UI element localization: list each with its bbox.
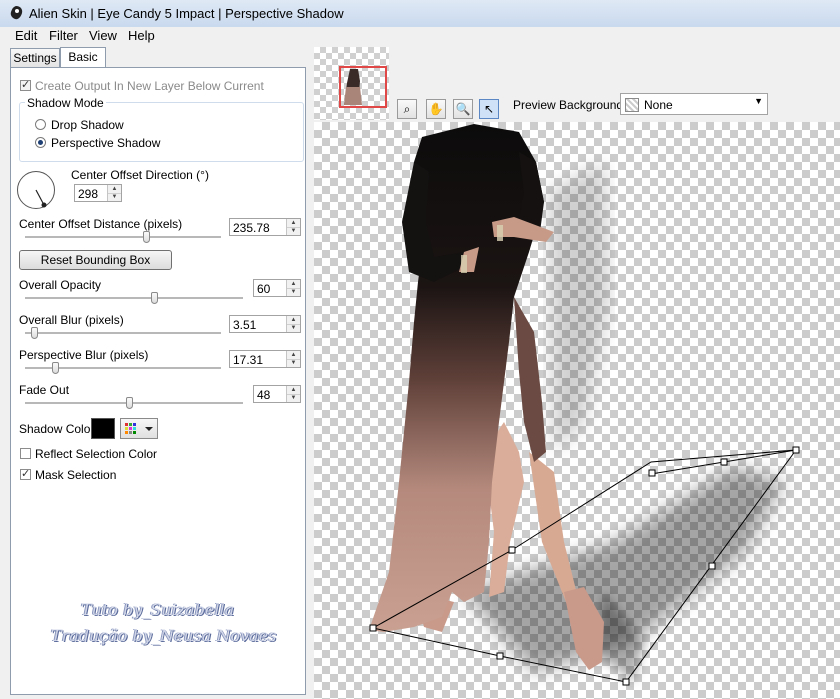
drop-shadow-label: Drop Shadow	[51, 118, 124, 132]
overall-blur-label: Overall Blur (pixels)	[19, 313, 124, 327]
create-output-label: Create Output In New Layer Below Current	[35, 79, 264, 93]
menu-filter[interactable]: Filter	[47, 28, 80, 43]
center-offset-distance-value: 235.78	[233, 221, 270, 235]
tab-settings[interactable]: Settings	[10, 48, 60, 67]
create-output-checkbox[interactable]	[20, 78, 31, 91]
magnifier-icon[interactable]: 🔍	[453, 99, 473, 119]
drop-shadow-radio[interactable]	[35, 119, 46, 130]
color-picker-button[interactable]	[120, 418, 158, 439]
overall-opacity-label: Overall Opacity	[19, 278, 102, 292]
reflect-selection-color-label: Reflect Selection Color	[35, 447, 158, 461]
fade-out-track[interactable]	[25, 402, 243, 405]
shadow-color-swatch[interactable]	[91, 418, 115, 439]
window-title: Alien Skin | Eye Candy 5 Impact | Perspe…	[29, 6, 344, 21]
mask-selection-label: Mask Selection	[35, 468, 117, 482]
overall-blur-input[interactable]: 3.51 ▲ ▼	[229, 315, 301, 333]
fade-out-label: Fade Out	[19, 383, 70, 397]
alien-skin-logo-icon	[10, 6, 23, 20]
overall-opacity-slider[interactable]	[151, 292, 158, 304]
direction-dial[interactable]	[17, 171, 55, 209]
watermark-line-1: Tuto by_Suizabella	[81, 600, 235, 619]
arrow-pointer-icon[interactable]: ↖	[479, 99, 499, 119]
center-offset-direction-label: Center Offset Direction (°)	[71, 168, 209, 182]
view-frame[interactable]	[339, 66, 387, 108]
center-offset-direction-value: 298	[78, 187, 99, 201]
shadow-mode-title: Shadow Mode	[25, 96, 106, 110]
overall-blur-slider[interactable]	[31, 327, 38, 339]
overall-opacity-value: 60	[257, 282, 271, 296]
fade-out-input[interactable]: 48 ▲ ▼	[253, 385, 301, 403]
menu-bar: Edit Filter View Help	[0, 27, 840, 47]
mask-selection-checkbox[interactable]	[20, 467, 31, 480]
center-offset-distance-track[interactable]	[25, 236, 221, 239]
perspective-shadow-radio[interactable]	[35, 137, 46, 148]
chevron-down-icon: ▼	[754, 96, 763, 106]
preview-background-select[interactable]: None ▼	[620, 93, 768, 115]
spin-down-icon[interactable]: ▼	[287, 359, 300, 367]
shadow-color-label: Shadow Color	[19, 422, 95, 436]
navigator-thumbnail[interactable]	[314, 47, 389, 120]
perspective-blur-label: Perspective Blur (pixels)	[19, 348, 149, 362]
center-offset-distance-input[interactable]: 235.78 ▲ ▼	[229, 218, 301, 236]
spin-down-icon[interactable]: ▼	[108, 193, 121, 201]
center-offset-direction-input[interactable]: 298 ▲ ▼	[74, 184, 122, 202]
perspective-shadow-label: Perspective Shadow	[51, 136, 161, 150]
menu-help[interactable]: Help	[126, 28, 157, 43]
spinner-arrows[interactable]: ▲ ▼	[286, 280, 300, 296]
spinner-arrows[interactable]: ▲ ▼	[286, 351, 300, 367]
spin-down-icon[interactable]: ▼	[287, 324, 300, 332]
preview-image	[369, 124, 800, 686]
spin-down-icon[interactable]: ▼	[287, 394, 300, 402]
perspective-blur-input[interactable]: 17.31 ▲ ▼	[229, 350, 301, 368]
zoom-fit-icon[interactable]: ⌕	[397, 99, 417, 119]
perspective-blur-slider[interactable]	[52, 362, 59, 374]
spinner-arrows[interactable]: ▲ ▼	[286, 386, 300, 402]
overall-opacity-track[interactable]	[25, 297, 243, 300]
menu-view[interactable]: View	[87, 28, 119, 43]
spinner-arrows[interactable]: ▲ ▼	[107, 185, 121, 201]
overall-blur-track[interactable]	[25, 332, 221, 335]
reset-bounding-box-button[interactable]: Reset Bounding Box	[19, 250, 172, 270]
spin-down-icon[interactable]: ▼	[287, 227, 300, 235]
spinner-arrows[interactable]: ▲ ▼	[286, 219, 300, 235]
center-offset-distance-label: Center Offset Distance (pixels)	[19, 217, 183, 231]
settings-panel: Create Output In New Layer Below Current…	[10, 67, 306, 695]
preview-background-value: None	[644, 98, 673, 112]
title-bar: Alien Skin | Eye Candy 5 Impact | Perspe…	[0, 0, 840, 28]
tab-basic[interactable]: Basic	[60, 47, 106, 67]
reflect-selection-color-checkbox[interactable]	[20, 448, 31, 459]
watermark-line-2: Tradução by_Neusa Novaes	[51, 626, 277, 645]
color-grid-icon	[125, 423, 153, 434]
overall-opacity-input[interactable]: 60 ▲ ▼	[253, 279, 301, 297]
fade-out-value: 48	[257, 388, 271, 402]
preview-canvas[interactable]	[314, 122, 840, 699]
spinner-arrows[interactable]: ▲ ▼	[286, 316, 300, 332]
center-offset-distance-slider[interactable]	[143, 231, 150, 243]
overall-blur-value: 3.51	[233, 318, 257, 332]
hand-icon[interactable]: ✋	[426, 99, 446, 119]
fade-out-slider[interactable]	[126, 397, 133, 409]
preview-background-label: Preview Background:	[513, 98, 627, 112]
perspective-blur-value: 17.31	[233, 353, 264, 367]
transparency-swatch-icon	[625, 98, 639, 112]
menu-edit[interactable]: Edit	[13, 28, 39, 43]
spin-down-icon[interactable]: ▼	[287, 288, 300, 296]
dial-needle	[35, 189, 47, 208]
shadow-mode-group	[19, 102, 304, 162]
